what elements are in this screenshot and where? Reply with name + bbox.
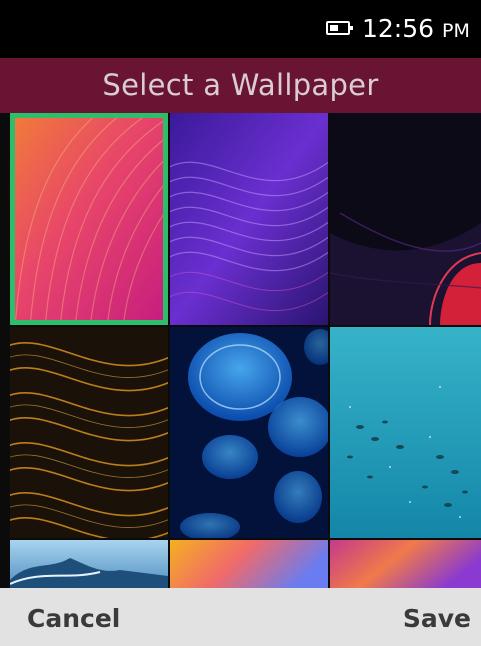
clock-time: 12:56 — [362, 14, 435, 43]
status-clock: 12:56 PM — [362, 15, 470, 45]
wallpaper-tile-golden-streaks[interactable] — [10, 327, 168, 538]
purple-orange-gradient-thumbnail — [330, 540, 481, 588]
purple-waves-thumbnail — [170, 113, 328, 325]
clock-ampm: PM — [442, 20, 470, 42]
wallpaper-tile-pink-swirl[interactable] — [10, 113, 168, 325]
page-title: Select a Wallpaper — [102, 68, 379, 102]
header: Select a Wallpaper — [0, 58, 481, 113]
wallpaper-tile-blue-jellyfish[interactable] — [170, 327, 328, 538]
blue-jellyfish-thumbnail — [170, 327, 328, 538]
turquoise-ocean-fish-thumbnail — [330, 327, 481, 538]
wallpaper-tile-sky-water-splash[interactable] — [10, 540, 168, 588]
pink-swirl-thumbnail — [15, 118, 163, 320]
wallpaper-tile-orange-pink-gradient[interactable] — [170, 540, 328, 588]
wallpaper-picker-screen: 12:56 PM Select a Wallpaper Cancel Save — [0, 0, 481, 646]
dark-red-curves-thumbnail — [330, 113, 481, 325]
softkey-bar: Cancel Save — [0, 588, 481, 646]
save-button[interactable]: Save — [403, 588, 471, 646]
status-bar: 12:56 PM — [0, 0, 481, 58]
wallpaper-grid — [0, 113, 481, 588]
golden-streaks-thumbnail — [10, 327, 168, 538]
sky-water-splash-thumbnail — [10, 540, 168, 588]
wallpaper-tile-purple-orange-gradient[interactable] — [330, 540, 481, 588]
orange-pink-gradient-thumbnail — [170, 540, 328, 588]
battery-icon — [326, 21, 353, 35]
cancel-button[interactable]: Cancel — [27, 588, 120, 646]
wallpaper-tile-turquoise-ocean-fish[interactable] — [330, 327, 481, 538]
wallpaper-tile-purple-waves[interactable] — [170, 113, 328, 325]
wallpaper-tile-dark-red-curves[interactable] — [330, 113, 481, 325]
